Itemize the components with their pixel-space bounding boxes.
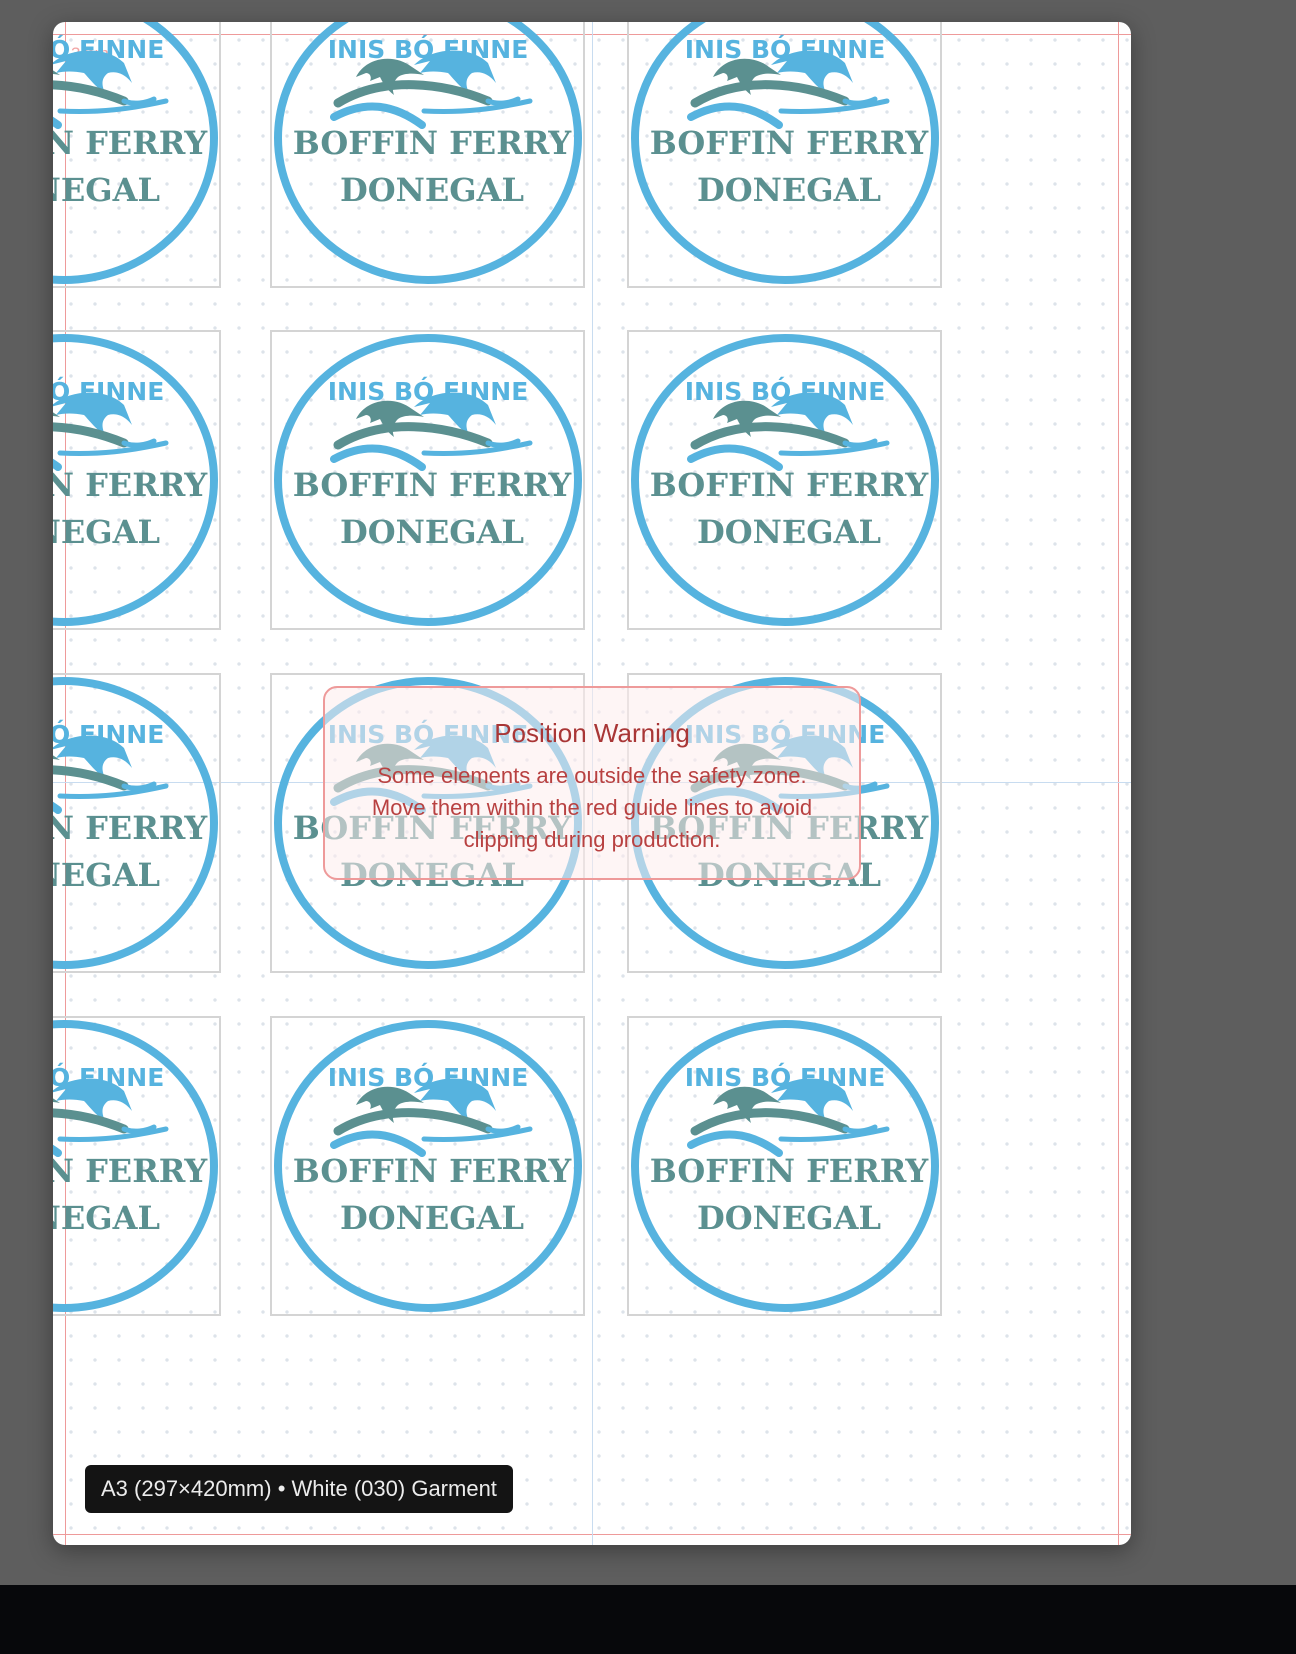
bottom-bar (0, 1585, 1296, 1654)
logo-line2: DONEGAL (53, 171, 160, 209)
logo-graphic: INIS BÓ FINNE BOFFIN FERRY DONEGAL (53, 334, 218, 626)
logo-line2: DONEGAL (340, 513, 524, 551)
logo-tile[interactable]: INIS BÓ FINNE BOFFIN FERRY DONEGAL (274, 333, 582, 627)
logo-line1: BOFFIN FERRY (53, 809, 208, 847)
logo-tile[interactable]: INIS BÓ FINNE BOFFIN FERRY DONEGAL (53, 1019, 218, 1313)
logo-tile[interactable]: INIS BÓ FINNE BOFFIN FERRY DONEGAL (274, 22, 582, 285)
logo-line1: BOFFIN FERRY (293, 466, 573, 504)
safety-guide-right (1118, 22, 1119, 1545)
logo-line2: DONEGAL (53, 1199, 160, 1237)
canvas-info-label: A3 (297×420mm) • White (030) Garment (85, 1465, 513, 1513)
logo-line2: DONEGAL (53, 856, 160, 894)
waves-icon (687, 1108, 890, 1157)
logo-graphic: INIS BÓ FINNE BOFFIN FERRY DONEGAL (274, 334, 582, 626)
logo-line2: DONEGAL (340, 171, 524, 209)
logo-graphic: INIS BÓ FINNE BOFFIN FERRY DONEGAL (274, 22, 582, 284)
logo-graphic: INIS BÓ FINNE BOFFIN FERRY DONEGAL (53, 677, 218, 969)
logo-tile[interactable]: INIS BÓ FINNE BOFFIN FERRY DONEGAL (53, 333, 218, 627)
logo-graphic: INIS BÓ FINNE BOFFIN FERRY DONEGAL (631, 334, 939, 626)
warning-title: Position Warning (494, 718, 690, 748)
logo-line1: BOFFIN FERRY (650, 124, 930, 162)
logo-line2: DONEGAL (53, 513, 160, 551)
waves-icon (53, 80, 169, 129)
logo-line1: BOFFIN FERRY (53, 1152, 208, 1190)
logo-line1: BOFFIN FERRY (293, 1152, 573, 1190)
waves-icon (687, 422, 890, 471)
logo-line1: BOFFIN FERRY (53, 124, 208, 162)
logo-line1: BOFFIN FERRY (293, 124, 573, 162)
position-warning: Position Warning Some elements are outsi… (323, 686, 861, 880)
warning-message: Some elements are outside the safety zon… (371, 763, 813, 852)
waves-icon (330, 1108, 533, 1157)
waves-icon (53, 1108, 169, 1157)
logo-line1: BOFFIN FERRY (650, 466, 930, 504)
logo-line2: DONEGAL (697, 513, 881, 551)
waves-icon (330, 422, 533, 471)
logo-line2: DONEGAL (697, 1199, 881, 1237)
waves-icon (53, 765, 169, 814)
waves-icon (330, 80, 533, 129)
logo-tile[interactable]: INIS BÓ FINNE BOFFIN FERRY DONEGAL (53, 676, 218, 970)
logo-graphic: INIS BÓ FINNE BOFFIN FERRY DONEGAL (631, 1020, 939, 1312)
logo-graphic: INIS BÓ FINNE BOFFIN FERRY DONEGAL (53, 1020, 218, 1312)
waves-icon (53, 422, 169, 471)
logo-tile[interactable]: INIS BÓ FINNE BOFFIN FERRY DONEGAL (631, 333, 939, 627)
logo-graphic: INIS BÓ FINNE BOFFIN FERRY DONEGAL (631, 22, 939, 284)
logo-tile[interactable]: INIS BÓ FINNE BOFFIN FERRY DONEGAL (631, 1019, 939, 1313)
logo-graphic: INIS BÓ FINNE BOFFIN FERRY DONEGAL (274, 1020, 582, 1312)
logo-line1: BOFFIN FERRY (53, 466, 208, 504)
logo-line2: DONEGAL (697, 171, 881, 209)
logo-line1: BOFFIN FERRY (650, 1152, 930, 1190)
logo-tile[interactable]: INIS BÓ FINNE BOFFIN FERRY DONEGAL (274, 1019, 582, 1313)
logo-graphic: INIS BÓ FINNE BOFFIN FERRY DONEGAL (53, 22, 218, 284)
logo-tile[interactable]: INIS BÓ FINNE BOFFIN FERRY DONEGAL (53, 22, 218, 285)
logo-tile[interactable]: INIS BÓ FINNE BOFFIN FERRY DONEGAL (631, 22, 939, 285)
logo-line2: DONEGAL (340, 1199, 524, 1237)
design-canvas[interactable]: 3mm INIS BÓ FINNE BOFFIN FERRY DONEGAL I… (53, 22, 1131, 1545)
waves-icon (687, 80, 890, 129)
